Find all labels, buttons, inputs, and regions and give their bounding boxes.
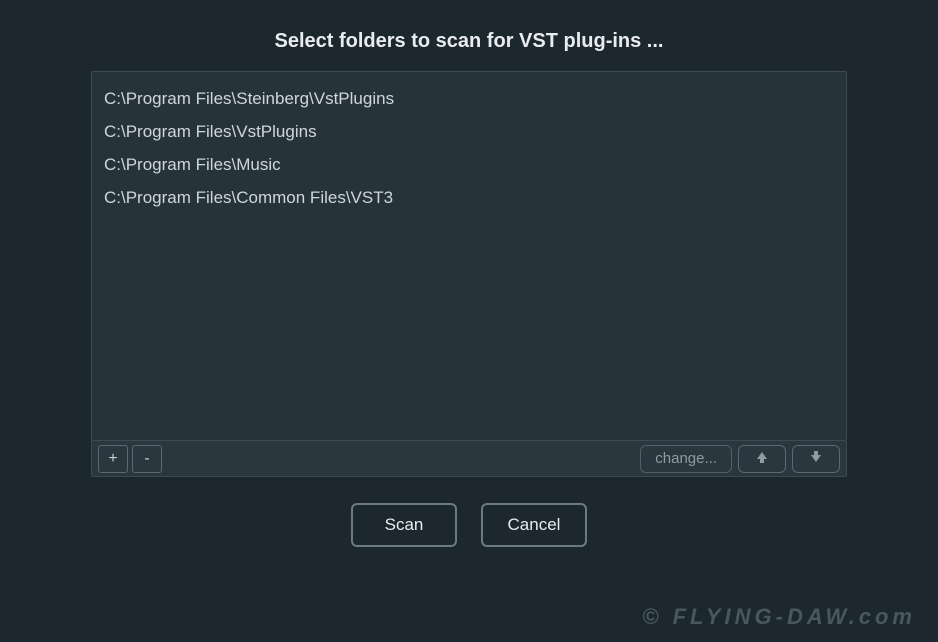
- list-item[interactable]: C:\Program Files\Music: [104, 148, 834, 181]
- folder-list[interactable]: C:\Program Files\Steinberg\VstPlugins C:…: [91, 71, 847, 441]
- cancel-button[interactable]: Cancel: [481, 503, 587, 547]
- scan-button[interactable]: Scan: [351, 503, 457, 547]
- list-item[interactable]: C:\Program Files\Steinberg\VstPlugins: [104, 82, 834, 115]
- arrow-up-icon: [755, 450, 769, 467]
- add-folder-button[interactable]: +: [98, 445, 128, 473]
- remove-folder-button[interactable]: -: [132, 445, 162, 473]
- list-toolbar: + - change...: [91, 441, 847, 477]
- change-button[interactable]: change...: [640, 445, 732, 473]
- dialog-title: Select folders to scan for VST plug-ins …: [0, 0, 938, 71]
- list-item[interactable]: C:\Program Files\Common Files\VST3: [104, 181, 834, 214]
- list-item[interactable]: C:\Program Files\VstPlugins: [104, 115, 834, 148]
- arrow-down-icon: [809, 450, 823, 467]
- move-up-button[interactable]: [738, 445, 786, 473]
- watermark: © FLYING-DAW.com: [642, 604, 916, 630]
- move-down-button[interactable]: [792, 445, 840, 473]
- dialog-buttons: Scan Cancel: [0, 503, 938, 547]
